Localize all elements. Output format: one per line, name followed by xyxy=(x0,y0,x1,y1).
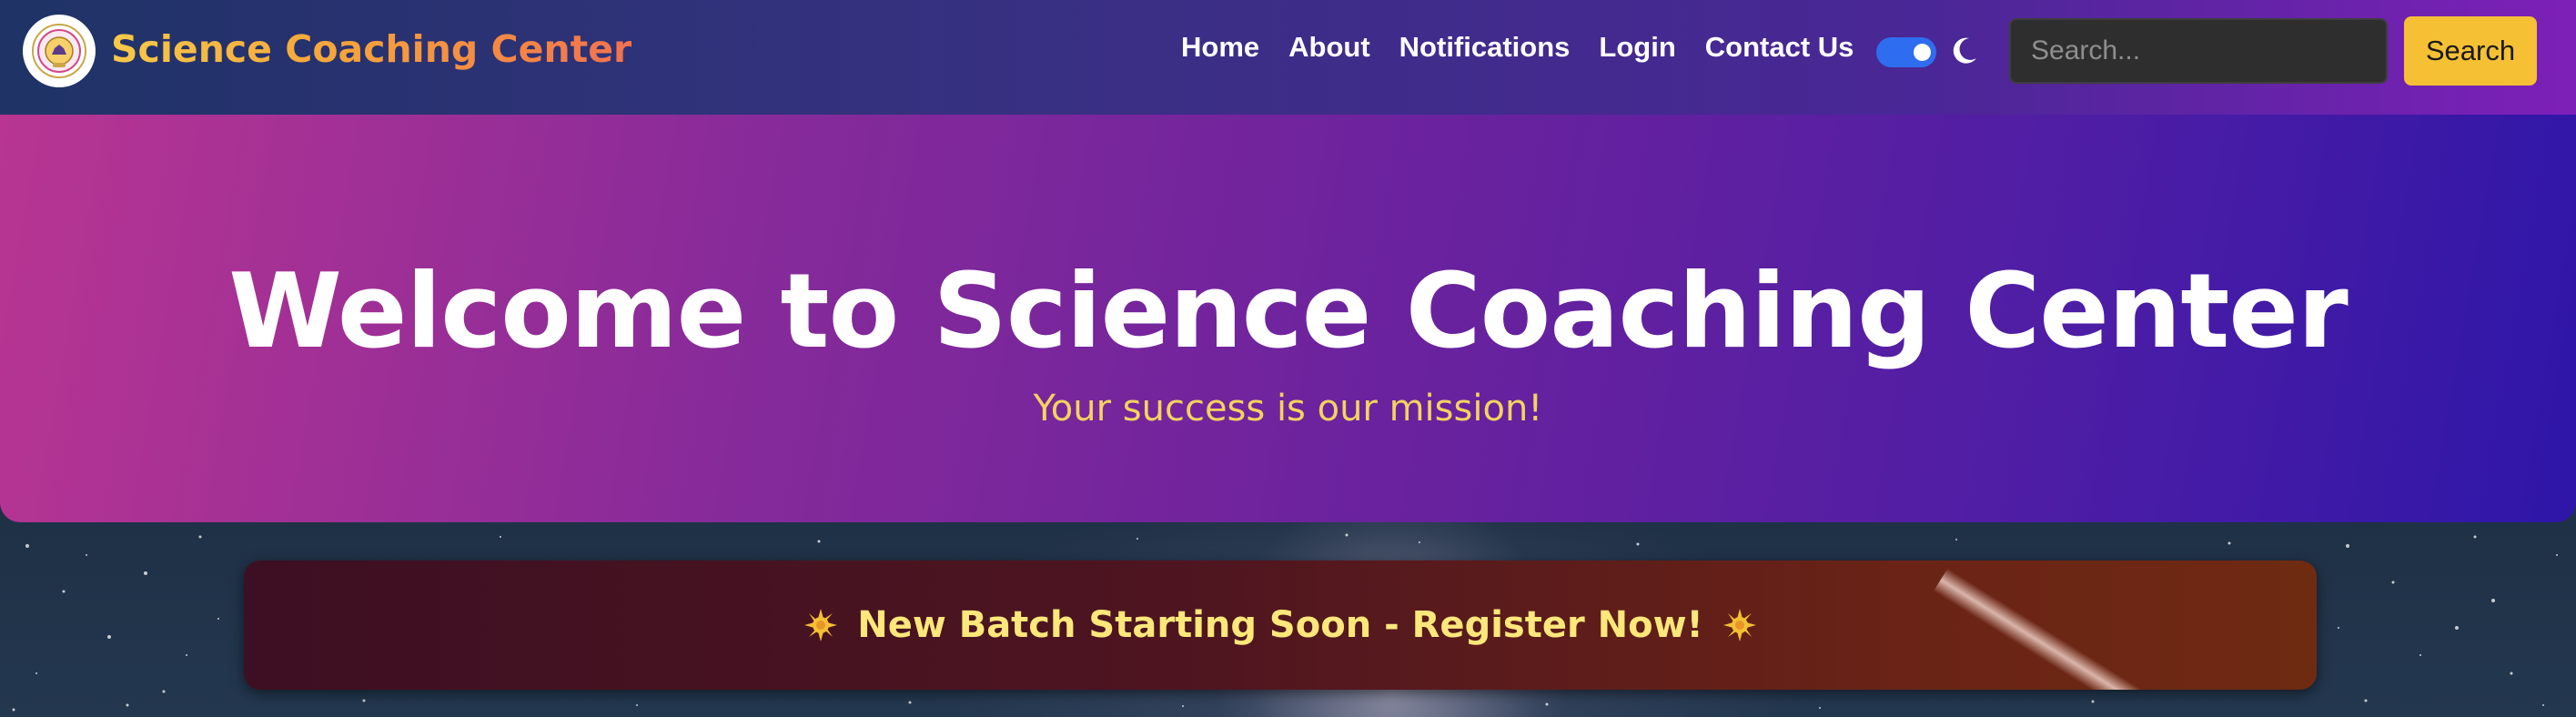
navbar: Science Coaching Center Home About Notif… xyxy=(0,0,2576,115)
nav-home[interactable]: Home xyxy=(1181,31,1259,64)
search-button[interactable]: Search xyxy=(2404,16,2537,86)
logo[interactable] xyxy=(23,15,96,87)
banner-content: New Batch Starting Soon - Register Now! xyxy=(244,560,2317,690)
nav-notifications[interactable]: Notifications xyxy=(1399,31,1571,64)
moon-icon xyxy=(1953,37,1976,64)
sparkle-icon xyxy=(1722,609,1756,641)
hero-section: Welcome to Science Coaching Center Your … xyxy=(0,115,2576,522)
hero-title: Welcome to Science Coaching Center xyxy=(228,251,2349,371)
banner-text: New Batch Starting Soon - Register Now! xyxy=(857,604,1703,646)
nav-links: Home About Notifications Login Contact U… xyxy=(1181,31,1883,64)
hero-subtitle: Your success is our mission! xyxy=(1033,388,1543,429)
theme-toggle[interactable] xyxy=(1876,37,1936,67)
sparkle-icon xyxy=(804,609,838,641)
brand-title[interactable]: Science Coaching Center xyxy=(111,27,631,71)
nav-about[interactable]: About xyxy=(1288,31,1370,64)
announcement-banner[interactable]: New Batch Starting Soon - Register Now! xyxy=(244,560,2317,690)
nav-contact-us[interactable]: Contact Us xyxy=(1705,31,1854,64)
search-input[interactable] xyxy=(2009,18,2388,84)
nav-login[interactable]: Login xyxy=(1599,31,1675,64)
toggle-knob xyxy=(1914,44,1931,61)
emblem-icon xyxy=(32,24,86,78)
